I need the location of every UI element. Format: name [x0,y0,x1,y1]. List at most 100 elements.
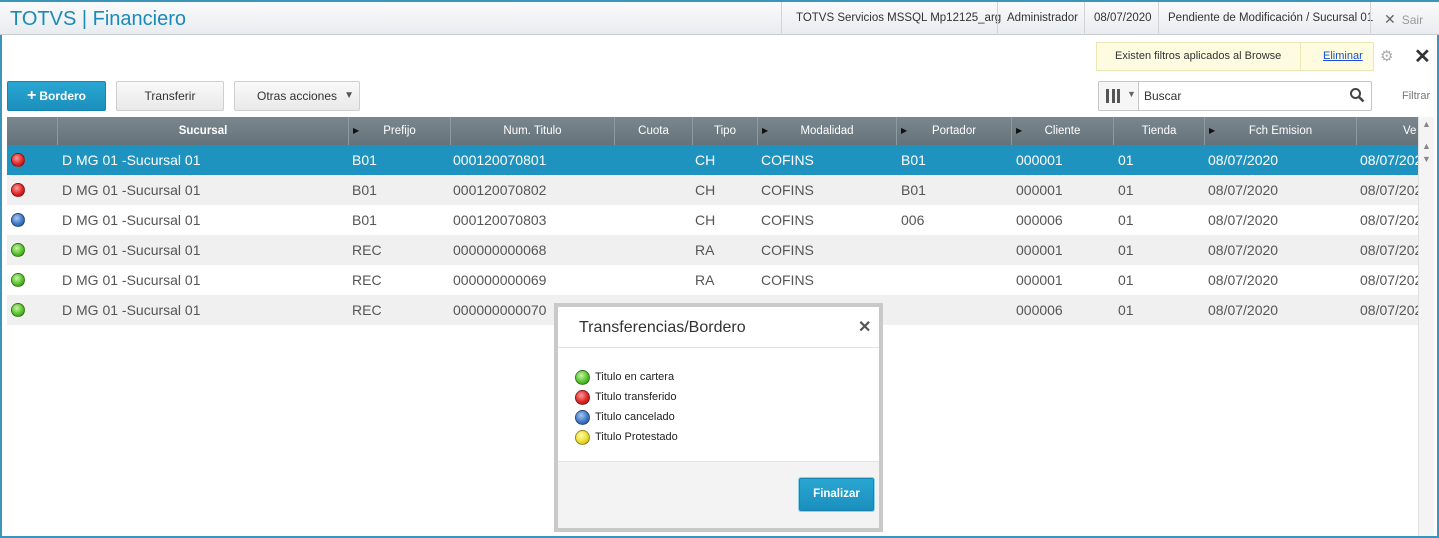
column-header-modalidad[interactable]: ▶ Modalidad [758,117,897,145]
grid-header: Sucursal ▶ Prefijo Num. Titulo Cuota Tipo… [7,117,1418,145]
cell-fch-emision: 08/07/2020 [1208,182,1279,198]
search-input[interactable] [1144,87,1344,105]
cell-prefijo: REC [352,302,382,318]
exit-label: Sair [1401,13,1424,27]
header-divider [1084,2,1085,35]
filtrar-button[interactable]: Filtrar [1402,90,1430,102]
remove-filters-link[interactable]: Eliminar [1323,50,1363,62]
user-name: Administrador [1007,12,1078,24]
header-divider [781,2,782,35]
cell-tipo: CH [695,152,716,168]
cell-num-titulo: 000120070801 [453,152,547,168]
top-bar: TOTVS | Financiero TOTVS Servicios MSSQL… [0,0,1439,35]
otras-acciones-button[interactable]: Otras acciones ▼ [234,81,360,111]
cell-portador: B01 [901,182,926,198]
cell-tipo: CH [695,212,716,228]
cell-cliente: 000001 [1016,182,1063,198]
cell-tienda: 01 [1118,302,1134,318]
cell-vencimiento: 08/07/2020 [1360,212,1418,228]
legend-label: Titulo cancelado [595,411,675,423]
column-header-tienda[interactable]: Tienda [1114,117,1205,145]
gear-icon[interactable]: ⚙ [1380,47,1393,65]
table-row[interactable]: D MG 01 -Sucursal 01 B01 000120070803 CH COF… [7,205,1418,235]
cell-tipo: RA [695,242,715,258]
status-green-icon [575,370,590,385]
status-green-icon [11,273,25,287]
dialog-divider [558,347,879,348]
filter-notice-divider [1300,43,1301,70]
cell-portador: B01 [901,152,926,168]
scroll-top-icon[interactable]: ▲ [1422,119,1431,129]
cell-vencimiento: 08/07/2020 [1360,152,1418,168]
status-green-icon [11,243,25,257]
column-header-cuota[interactable]: Cuota [615,117,693,145]
sort-triangle-icon: ▶ [762,126,769,135]
vertical-scrollbar[interactable]: ▲ ▲ ▼ [1418,117,1434,536]
close-icon[interactable]: ✕ [1414,44,1431,69]
table-row[interactable]: D MG 01 -Sucursal 01 REC 000000000069 RA COF… [7,265,1418,295]
cell-sucursal: D MG 01 -Sucursal 01 [62,272,201,288]
close-icon[interactable]: ✕ [858,317,871,337]
app-title: TOTVS | Financiero [10,8,186,30]
cell-vencimiento: 08/07/2020 [1360,182,1418,198]
column-header-num-titulo[interactable]: Num. Titulo [451,117,615,145]
dialog-footer: Finalizar [558,461,879,528]
cell-cliente: 000006 [1016,212,1063,228]
search-icon[interactable] [1349,87,1365,103]
column-header-fch-emision[interactable]: ▶ Fch Emision [1205,117,1357,145]
column-header-cliente[interactable]: ▶ Cliente [1012,117,1114,145]
transferir-button[interactable]: Transferir [116,81,224,111]
column-header-label: Cliente [1044,125,1081,137]
column-picker-button[interactable]: ▼ [1099,82,1139,110]
table-row[interactable]: D MG 01 -Sucursal 01 REC 000000000068 RA COF… [7,235,1418,265]
cell-cliente: 000006 [1016,302,1063,318]
cell-modalidad: COFINS [761,182,814,198]
plus-icon: + [26,87,37,104]
bordero-label: Bordero [39,89,86,103]
filter-notice-text: Existen filtros aplicados al Browse [1115,50,1282,62]
cell-prefijo: B01 [352,152,377,168]
legend-label: Titulo transferido [595,391,677,403]
table-row[interactable]: D MG 01 -Sucursal 01 B01 000120070802 CH COF… [7,175,1418,205]
column-header-label: Fch Emision [1248,125,1313,137]
legend-label: Titulo Protestado [595,431,678,443]
cell-num-titulo: 000120070802 [453,182,547,198]
column-header-prefijo[interactable]: ▶ Prefijo [349,117,451,145]
session-status: Pendiente de Modificación / Sucursal 01 [1168,12,1374,24]
cell-cliente: 000001 [1016,272,1063,288]
column-header-status[interactable] [7,117,58,145]
legend-dialog: Transferencias/Bordero ✕ Titulo en carte… [554,303,883,532]
column-header-label: Portador [931,125,977,137]
status-yellow-icon [575,430,590,445]
scroll-up-icon[interactable]: ▲ [1422,141,1431,151]
cell-num-titulo: 000000000069 [453,272,547,288]
table-row[interactable]: D MG 01 -Sucursal 01 B01 000120070801 CH COF… [7,145,1418,175]
caret-down-icon: ▼ [344,90,354,101]
sort-triangle-icon: ▶ [901,126,908,135]
cell-vencimiento: 08/07/2020 [1360,302,1418,318]
status-blue-icon [11,213,25,227]
cell-sucursal: D MG 01 -Sucursal 01 [62,152,201,168]
header-divider [1158,2,1159,35]
cell-modalidad: COFINS [761,272,814,288]
cell-prefijo: B01 [352,182,377,198]
close-icon: ✕ [1384,11,1396,27]
cell-tienda: 01 [1118,152,1134,168]
column-header-tipo[interactable]: Tipo [693,117,758,145]
finalizar-button[interactable]: Finalizar [799,478,874,511]
exit-button[interactable]: ✕ Sair [1384,11,1423,28]
column-header-portador[interactable]: ▶ Portador [897,117,1012,145]
cell-fch-emision: 08/07/2020 [1208,152,1279,168]
cell-tienda: 01 [1118,272,1134,288]
column-header-sucursal[interactable]: Sucursal [58,117,349,145]
cell-tipo: RA [695,272,715,288]
cell-num-titulo: 000000000070 [453,302,547,318]
column-header-vencimiento[interactable]: Ve [1357,117,1418,145]
cell-fch-emision: 08/07/2020 [1208,272,1279,288]
bordero-button[interactable]: + Bordero [7,81,106,111]
scroll-down-icon[interactable]: ▼ [1422,154,1431,164]
column-header-label: Prefijo [383,125,416,137]
otras-acciones-label: Otras acciones [257,89,338,103]
cell-vencimiento: 08/07/2020 [1360,272,1418,288]
cell-sucursal: D MG 01 -Sucursal 01 [62,182,201,198]
